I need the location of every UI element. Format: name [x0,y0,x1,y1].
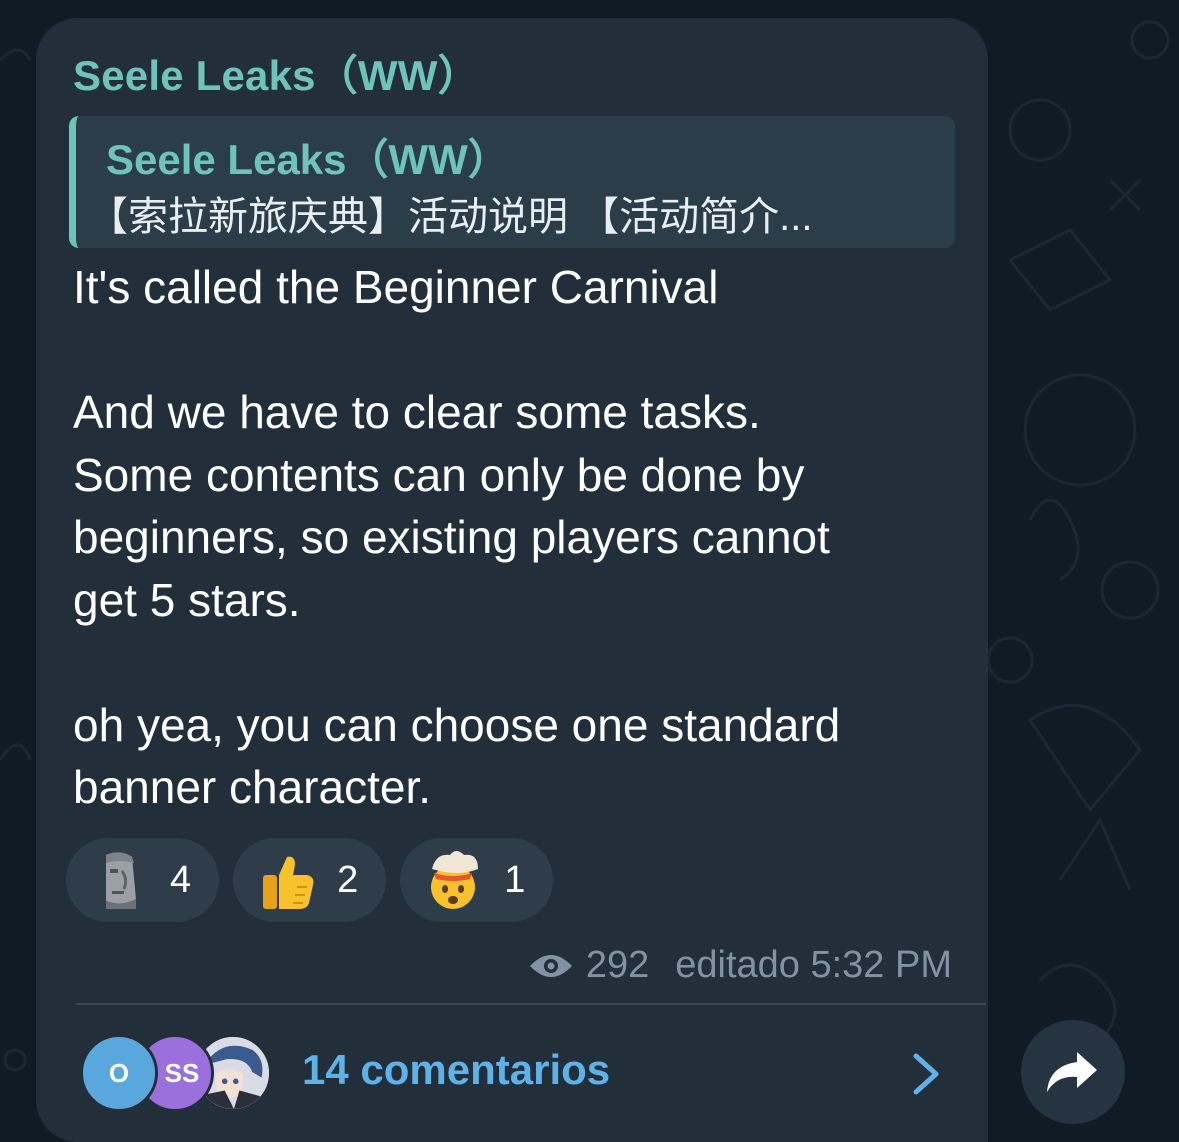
divider [76,1003,986,1005]
reaction-exploding-head[interactable]: 1 [400,838,554,922]
share-arrow-icon [1047,1052,1097,1092]
avatar: O [80,1034,158,1112]
reaction-thumbs-up[interactable]: 2 [233,838,387,922]
reply-preview[interactable]: Seele Leaks（WW） 【索拉新旅庆典】活动说明 【活动简介... [69,116,955,248]
reply-sender-name: Seele Leaks（WW） [106,136,510,183]
eye-icon [529,954,572,977]
message-meta: 292 editado 5:32 PM [528,944,952,987]
thumbs-up-icon [263,856,314,909]
message-line: banner character. [73,761,432,813]
message-bubble[interactable]: Seele Leaks（WW） Seele Leaks（WW） 【索拉新旅庆典】… [36,18,988,1142]
message-line: Some contents can only be done by [73,448,805,501]
reaction-count: 2 [337,858,359,901]
exploding-head-icon [431,851,479,909]
reaction-count: 4 [170,858,192,901]
comments-button[interactable]: O SS 14 comentarios [36,1006,988,1142]
message-text: It's called the Beginner Carnival And we… [73,256,963,819]
comments-label: 14 comentarios [302,1046,611,1093]
edited-timestamp: editado 5:32 PM [675,944,952,986]
chevron-right-icon [913,1053,939,1095]
view-count: 292 [585,944,650,986]
reactions-bar: 4 2 1 [66,838,554,922]
message-line: It's called the Beginner Carnival [73,261,719,313]
message-line: beginners, so existing players cannot [73,511,830,563]
sender-name[interactable]: Seele Leaks（WW） [73,42,480,103]
reaction-count: 1 [504,858,526,901]
moai-icon [106,852,136,909]
message-line: And we have to clear some tasks. [73,386,761,438]
message-line: oh yea, you can choose one standard [73,698,841,751]
share-button[interactable] [1021,1020,1125,1124]
reaction-moai[interactable]: 4 [66,838,220,922]
reply-preview-text: 【索拉新旅庆典】活动说明 【活动简介... [88,195,813,239]
message-line: get 5 stars. [73,573,301,626]
